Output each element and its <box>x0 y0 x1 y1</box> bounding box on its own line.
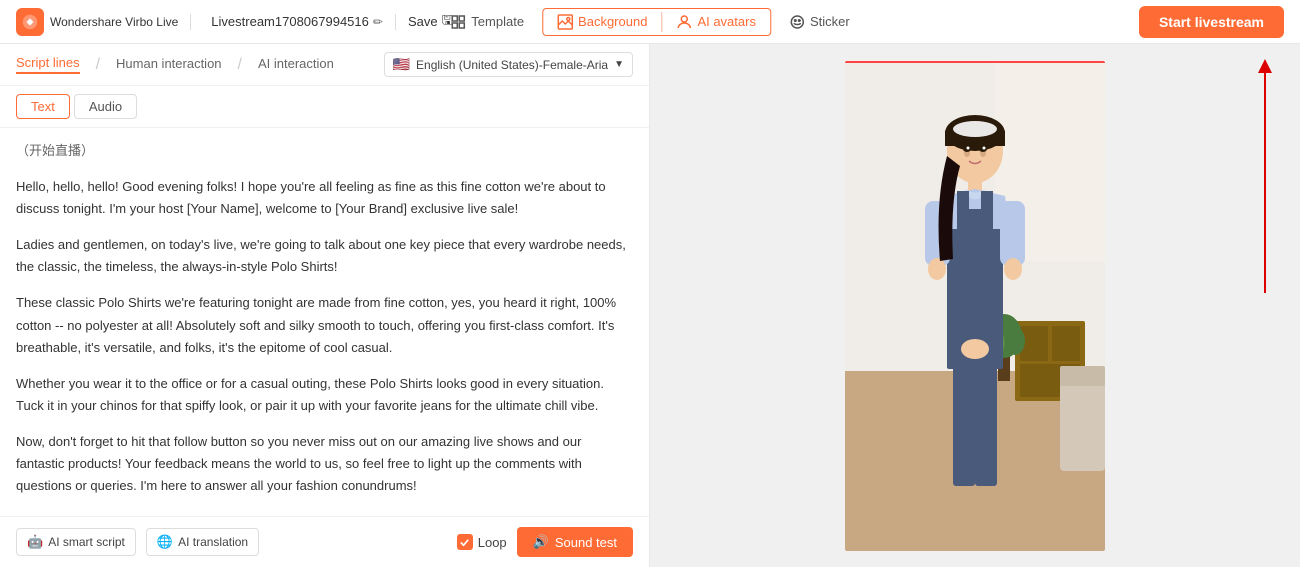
check-icon <box>457 534 473 550</box>
tab-human-interaction[interactable]: Human interaction <box>116 56 222 73</box>
avatar-scene-svg <box>845 61 1105 551</box>
app-logo-icon <box>16 8 44 36</box>
arrow-line <box>1264 73 1266 293</box>
nav-ai-avatars-button[interactable]: AI avatars <box>662 9 770 35</box>
main-content: Script lines / Human interaction / AI in… <box>0 44 1300 567</box>
nav-sticker-button[interactable]: Sticker <box>775 9 864 35</box>
ai-smart-script-icon: 🤖 <box>27 534 43 550</box>
language-selector[interactable]: 🇺🇸 English (United States)-Female-Aria ▼ <box>384 52 633 77</box>
sound-test-icon: 🔊 <box>533 534 549 550</box>
tab-audio[interactable]: Audio <box>74 94 137 119</box>
stream-name: Livestream1708067994516 ✏ <box>211 14 383 29</box>
loop-label: Loop <box>478 535 507 550</box>
script-paragraph-1: Hello, hello, hello! Good evening folks!… <box>16 176 633 220</box>
type-tabs-row: Text Audio <box>0 86 649 128</box>
header-nav: Template Background AI avatars Sticker <box>436 8 863 36</box>
sound-test-button[interactable]: 🔊 Sound test <box>517 527 633 557</box>
header-divider-1 <box>190 14 191 30</box>
nav-sticker-label: Sticker <box>810 14 850 29</box>
tab-ai-interaction[interactable]: AI interaction <box>258 56 334 73</box>
header-divider-2 <box>395 14 396 30</box>
app-logo-text: Wondershare Virbo Live <box>50 15 178 29</box>
loop-checkbox[interactable]: Loop <box>457 534 507 550</box>
ai-translation-button[interactable]: 🌐 AI translation <box>146 528 259 556</box>
ai-translation-label: AI translation <box>178 535 248 549</box>
sound-test-label: Sound test <box>555 535 617 550</box>
edit-stream-name-icon[interactable]: ✏ <box>373 15 383 29</box>
logo-area: Wondershare Virbo Live <box>16 8 178 36</box>
avatar-selection-indicator <box>845 61 1105 63</box>
nav-background-button[interactable]: Background <box>543 9 661 35</box>
flag-icon: 🇺🇸 <box>393 56 410 73</box>
language-label: English (United States)-Female-Aria <box>416 58 608 72</box>
tab-script-lines[interactable]: Script lines <box>16 55 80 74</box>
script-title: （开始直播） <box>16 140 633 162</box>
script-paragraph-4: Whether you wear it to the office or for… <box>16 373 633 417</box>
tab-text[interactable]: Text <box>16 94 70 119</box>
script-paragraph-3: These classic Polo Shirts we're featurin… <box>16 292 633 358</box>
nav-template-label: Template <box>471 14 524 29</box>
ai-smart-script-button[interactable]: 🤖 AI smart script <box>16 528 136 556</box>
ai-smart-script-label: AI smart script <box>48 535 125 549</box>
nav-background-label: Background <box>578 14 647 29</box>
app-header: Wondershare Virbo Live Livestream1708067… <box>0 0 1300 44</box>
avatar-preview <box>845 61 1105 551</box>
bottom-toolbar: 🤖 AI smart script 🌐 AI translation Loop … <box>0 516 649 567</box>
arrow-indicator <box>1258 59 1272 293</box>
save-label: Save <box>408 14 438 29</box>
ai-translation-icon: 🌐 <box>157 534 173 550</box>
script-paragraph-2: Ladies and gentlemen, on today's live, w… <box>16 234 633 278</box>
left-panel: Script lines / Human interaction / AI in… <box>0 44 650 567</box>
arrow-head <box>1258 59 1272 73</box>
nav-template-button[interactable]: Template <box>436 9 538 35</box>
nav-ai-avatars-label: AI avatars <box>697 14 756 29</box>
right-panel-preview <box>650 44 1300 567</box>
chevron-down-icon: ▼ <box>614 59 624 70</box>
script-paragraph-5: Now, don't forget to hit that follow but… <box>16 431 633 497</box>
script-content-area[interactable]: （开始直播） Hello, hello, hello! Good evening… <box>0 128 649 516</box>
stream-name-text: Livestream1708067994516 <box>211 14 369 29</box>
start-livestream-button[interactable]: Start livestream <box>1139 6 1284 38</box>
main-tabs-row: Script lines / Human interaction / AI in… <box>0 44 649 86</box>
